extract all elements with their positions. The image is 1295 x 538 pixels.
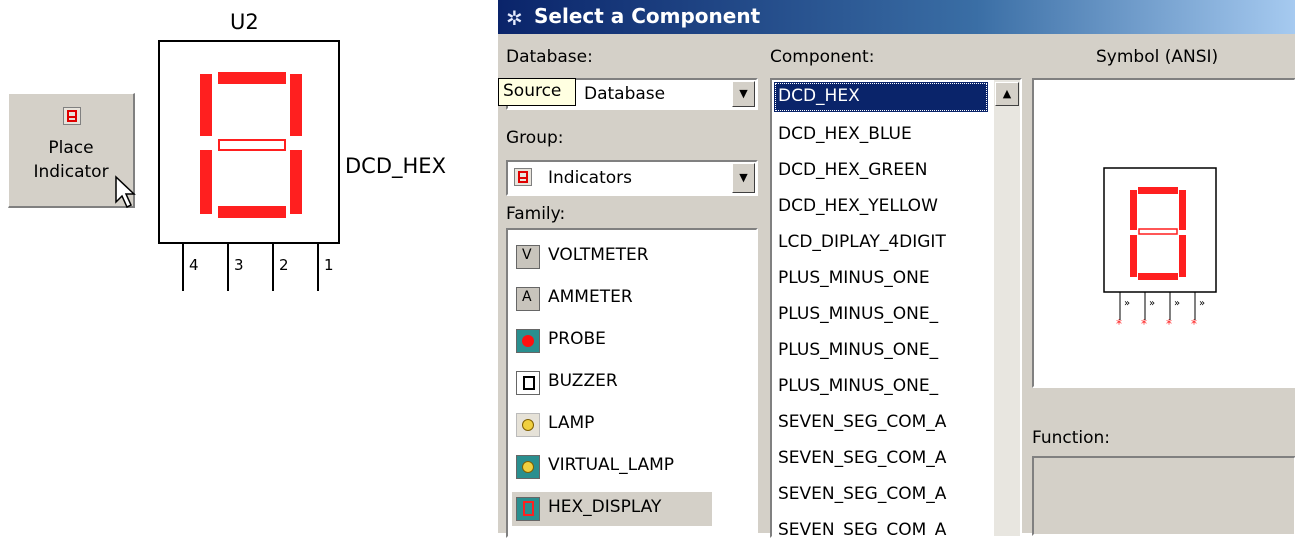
segment-f xyxy=(200,74,212,136)
segment-g xyxy=(218,139,286,151)
family-item-label: PROBE xyxy=(548,329,606,349)
family-item-label: LAMP xyxy=(548,413,595,433)
group-label: Group: xyxy=(506,128,564,148)
source-tooltip: Source xyxy=(498,78,576,106)
group-value: Indicators xyxy=(548,168,632,188)
svg-text:*: * xyxy=(1141,317,1147,331)
family-item-label: HEX_DISPLAY xyxy=(548,497,662,517)
svg-text:»: » xyxy=(1199,298,1205,309)
pin-1[interactable] xyxy=(317,244,319,291)
family-item-voltmeter[interactable]: V VOLTMETER xyxy=(512,240,742,274)
component-item[interactable]: SEVEN_SEG_COM_A xyxy=(778,520,988,536)
symbol-label: Symbol (ANSI) xyxy=(1096,47,1219,67)
component-item-selected[interactable]: DCD_HEX xyxy=(778,86,988,106)
arrow-up-icon: ▲ xyxy=(1002,87,1012,100)
component-scrollbar[interactable] xyxy=(994,80,1020,536)
pin-number: 4 xyxy=(189,256,199,274)
probe-icon xyxy=(516,329,540,353)
scroll-up-button[interactable]: ▲ xyxy=(995,82,1019,106)
family-item-label: AMMETER xyxy=(548,287,633,307)
component-list[interactable]: DCD_HEX DCD_HEX_BLUE DCD_HEX_GREEN DCD_H… xyxy=(770,78,1022,538)
family-label: Family: xyxy=(506,204,566,224)
family-item-lamp[interactable]: LAMP xyxy=(512,408,742,442)
component-item[interactable]: DCD_HEX_YELLOW xyxy=(778,196,988,216)
seven-segment-icon xyxy=(63,107,81,125)
ammeter-icon: A xyxy=(516,287,540,311)
component-item[interactable]: DCD_HEX_GREEN xyxy=(778,160,988,180)
database-label: Database: xyxy=(506,47,593,67)
part-reference-label: U2 xyxy=(230,10,259,34)
segment-c xyxy=(290,150,302,214)
function-field xyxy=(1032,456,1295,536)
part-value-label: DCD_HEX xyxy=(345,154,446,178)
component-item[interactable]: PLUS_MINUS_ONE xyxy=(778,268,988,288)
family-item-buzzer[interactable]: BUZZER xyxy=(512,366,742,400)
component-wizard-icon: ✲ xyxy=(506,6,523,30)
indicators-icon xyxy=(514,168,532,186)
symbol-preview: » » » » * * * * xyxy=(1032,78,1295,388)
component-item[interactable]: PLUS_MINUS_ONE_ xyxy=(778,340,988,360)
group-dropdown-button[interactable]: ▼ xyxy=(732,163,755,193)
hex-display-icon xyxy=(516,497,540,521)
dialog-title: Select a Component xyxy=(534,4,761,28)
svg-text:»: » xyxy=(1124,298,1130,309)
database-value: Database xyxy=(584,84,666,104)
component-label: Component: xyxy=(770,47,875,67)
virtual-lamp-icon xyxy=(516,455,540,479)
dialog-titlebar[interactable]: ✲ Select a Component xyxy=(498,0,1295,34)
family-item-label: BUZZER xyxy=(548,371,618,391)
mouse-cursor-icon xyxy=(115,175,136,209)
component-item[interactable]: DCD_HEX_BLUE xyxy=(778,124,988,144)
voltmeter-icon: V xyxy=(516,245,540,269)
family-item-virtual-lamp[interactable]: VIRTUAL_LAMP xyxy=(512,450,742,484)
place-label-line1: Place xyxy=(48,138,94,158)
hex-display-symbol[interactable] xyxy=(158,40,340,244)
svg-text:»: » xyxy=(1174,298,1180,309)
database-dropdown-button[interactable]: ▼ xyxy=(732,81,755,107)
dropdown-arrow-icon: ▼ xyxy=(739,87,748,100)
component-item[interactable]: LCD_DIPLAY_4DIGIT xyxy=(778,232,988,252)
symbol-preview-graphic: » » » » * * * * xyxy=(1103,167,1217,331)
component-item[interactable]: PLUS_MINUS_ONE_ xyxy=(778,376,988,396)
component-item[interactable]: SEVEN_SEG_COM_A xyxy=(778,412,988,432)
group-combo[interactable]: Indicators ▼ xyxy=(506,160,758,196)
pin-number: 2 xyxy=(279,256,289,274)
segment-b xyxy=(290,74,302,136)
family-list[interactable]: V VOLTMETER A AMMETER PROBE BUZZER LAMP … xyxy=(506,228,758,538)
family-item-label: VOLTMETER xyxy=(548,245,649,265)
svg-text:*: * xyxy=(1191,317,1197,331)
function-label: Function: xyxy=(1032,428,1111,448)
svg-text:»: » xyxy=(1149,298,1155,309)
family-item-label: VIRTUAL_LAMP xyxy=(548,455,675,475)
lamp-icon xyxy=(516,413,540,437)
dropdown-arrow-icon: ▼ xyxy=(739,171,748,184)
component-item[interactable]: SEVEN_SEG_COM_A xyxy=(778,448,988,468)
buzzer-icon xyxy=(516,371,540,395)
pin-number: 1 xyxy=(324,256,334,274)
pin-2[interactable] xyxy=(272,244,274,291)
component-item[interactable]: PLUS_MINUS_ONE_ xyxy=(778,304,988,324)
family-item-hex-display[interactable]: HEX_DISPLAY xyxy=(512,492,712,526)
segment-d xyxy=(218,206,286,218)
component-item[interactable]: SEVEN_SEG_COM_A xyxy=(778,484,988,504)
family-item-probe[interactable]: PROBE xyxy=(512,324,742,358)
family-item-ammeter[interactable]: A AMMETER xyxy=(512,282,742,316)
svg-text:*: * xyxy=(1116,317,1122,331)
pin-number: 3 xyxy=(234,256,244,274)
svg-text:*: * xyxy=(1166,317,1172,331)
pin-3[interactable] xyxy=(227,244,229,291)
pin-4[interactable] xyxy=(182,244,184,291)
segment-a xyxy=(218,72,286,84)
segment-e xyxy=(200,150,212,214)
select-component-dialog: ✲ Select a Component Database: Database … xyxy=(498,0,1295,538)
